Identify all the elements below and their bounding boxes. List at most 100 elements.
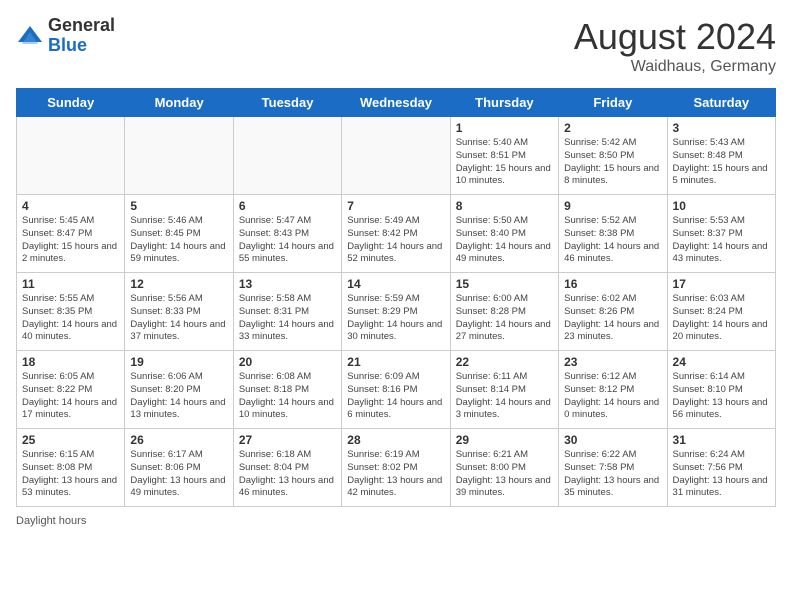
day-info: Sunrise: 5:53 AM Sunset: 8:37 PM Dayligh… <box>673 215 770 266</box>
day-number: 27 <box>239 433 336 447</box>
day-number: 22 <box>456 355 553 369</box>
day-cell: 18 Sunrise: 6:05 AM Sunset: 8:22 PM Dayli… <box>17 351 125 429</box>
day-cell: 19 Sunrise: 6:06 AM Sunset: 8:20 PM Dayli… <box>125 351 233 429</box>
day-header-thursday: Thursday <box>450 89 558 117</box>
day-cell <box>125 117 233 195</box>
logo-icon <box>16 22 44 50</box>
week-row-3: 11 Sunrise: 5:55 AM Sunset: 8:35 PM Dayli… <box>17 273 776 351</box>
title-block: August 2024 Waidhaus, Germany <box>574 16 776 76</box>
day-info: Sunrise: 6:17 AM Sunset: 8:06 PM Dayligh… <box>130 449 227 500</box>
day-info: Sunrise: 5:50 AM Sunset: 8:40 PM Dayligh… <box>456 215 553 266</box>
day-header-tuesday: Tuesday <box>233 89 341 117</box>
day-info: Sunrise: 6:09 AM Sunset: 8:16 PM Dayligh… <box>347 371 444 422</box>
days-header-row: SundayMondayTuesdayWednesdayThursdayFrid… <box>17 89 776 117</box>
day-number: 26 <box>130 433 227 447</box>
day-info: Sunrise: 6:08 AM Sunset: 8:18 PM Dayligh… <box>239 371 336 422</box>
calendar-title: August 2024 <box>574 16 776 58</box>
week-row-2: 4Sunrise: 5:45 AM Sunset: 8:47 PM Daylig… <box>17 195 776 273</box>
day-number: 4 <box>22 199 119 213</box>
day-header-saturday: Saturday <box>667 89 775 117</box>
day-cell: 3Sunrise: 5:43 AM Sunset: 8:48 PM Daylig… <box>667 117 775 195</box>
calendar-subtitle: Waidhaus, Germany <box>574 58 776 76</box>
day-cell: 8 Sunrise: 5:50 AM Sunset: 8:40 PM Daylig… <box>450 195 558 273</box>
day-info: Sunrise: 5:55 AM Sunset: 8:35 PM Dayligh… <box>22 293 119 344</box>
day-number: 18 <box>22 355 119 369</box>
day-cell: 4Sunrise: 5:45 AM Sunset: 8:47 PM Daylig… <box>17 195 125 273</box>
day-number: 16 <box>564 277 661 291</box>
day-number: 10 <box>673 199 770 213</box>
day-cell: 20 Sunrise: 6:08 AM Sunset: 8:18 PM Dayli… <box>233 351 341 429</box>
day-number: 24 <box>673 355 770 369</box>
day-info: Sunrise: 5:46 AM Sunset: 8:45 PM Dayligh… <box>130 215 227 266</box>
day-number: 3 <box>673 121 770 135</box>
day-info: Sunrise: 6:22 AM Sunset: 7:58 PM Dayligh… <box>564 449 661 500</box>
day-info: Sunrise: 5:42 AM Sunset: 8:50 PM Dayligh… <box>564 137 661 188</box>
week-row-5: 25 Sunrise: 6:15 AM Sunset: 8:08 PM Dayli… <box>17 429 776 507</box>
day-number: 23 <box>564 355 661 369</box>
day-cell: 25 Sunrise: 6:15 AM Sunset: 8:08 PM Dayli… <box>17 429 125 507</box>
day-number: 19 <box>130 355 227 369</box>
day-info: Sunrise: 5:52 AM Sunset: 8:38 PM Dayligh… <box>564 215 661 266</box>
day-cell: 12Sunrise: 5:56 AM Sunset: 8:33 PM Dayli… <box>125 273 233 351</box>
day-cell: 21 Sunrise: 6:09 AM Sunset: 8:16 PM Dayli… <box>342 351 450 429</box>
day-cell: 31Sunrise: 6:24 AM Sunset: 7:56 PM Dayli… <box>667 429 775 507</box>
footer-label: Daylight hours <box>16 515 86 527</box>
day-info: Sunrise: 6:02 AM Sunset: 8:26 PM Dayligh… <box>564 293 661 344</box>
day-cell: 7Sunrise: 5:49 AM Sunset: 8:42 PM Daylig… <box>342 195 450 273</box>
day-info: Sunrise: 6:05 AM Sunset: 8:22 PM Dayligh… <box>22 371 119 422</box>
day-info: Sunrise: 5:59 AM Sunset: 8:29 PM Dayligh… <box>347 293 444 344</box>
day-number: 2 <box>564 121 661 135</box>
day-info: Sunrise: 6:11 AM Sunset: 8:14 PM Dayligh… <box>456 371 553 422</box>
day-cell: 13 Sunrise: 5:58 AM Sunset: 8:31 PM Dayli… <box>233 273 341 351</box>
day-cell: 29 Sunrise: 6:21 AM Sunset: 8:00 PM Dayli… <box>450 429 558 507</box>
day-number: 5 <box>130 199 227 213</box>
day-number: 28 <box>347 433 444 447</box>
day-info: Sunrise: 5:40 AM Sunset: 8:51 PM Dayligh… <box>456 137 553 188</box>
day-number: 21 <box>347 355 444 369</box>
logo: General Blue <box>16 16 115 56</box>
day-cell: 28Sunrise: 6:19 AM Sunset: 8:02 PM Dayli… <box>342 429 450 507</box>
day-number: 20 <box>239 355 336 369</box>
day-info: Sunrise: 6:21 AM Sunset: 8:00 PM Dayligh… <box>456 449 553 500</box>
page-header: General Blue August 2024 Waidhaus, Germa… <box>16 16 776 76</box>
day-number: 31 <box>673 433 770 447</box>
day-number: 17 <box>673 277 770 291</box>
day-cell: 22 Sunrise: 6:11 AM Sunset: 8:14 PM Dayli… <box>450 351 558 429</box>
logo-text: General Blue <box>48 16 115 56</box>
day-header-friday: Friday <box>559 89 667 117</box>
day-cell: 2 Sunrise: 5:42 AM Sunset: 8:50 PM Daylig… <box>559 117 667 195</box>
day-number: 29 <box>456 433 553 447</box>
week-row-4: 18 Sunrise: 6:05 AM Sunset: 8:22 PM Dayli… <box>17 351 776 429</box>
day-number: 13 <box>239 277 336 291</box>
day-number: 8 <box>456 199 553 213</box>
day-cell: 10 Sunrise: 5:53 AM Sunset: 8:37 PM Dayli… <box>667 195 775 273</box>
day-number: 6 <box>239 199 336 213</box>
day-cell <box>342 117 450 195</box>
day-cell: 9 Sunrise: 5:52 AM Sunset: 8:38 PM Daylig… <box>559 195 667 273</box>
day-info: Sunrise: 6:15 AM Sunset: 8:08 PM Dayligh… <box>22 449 119 500</box>
day-number: 11 <box>22 277 119 291</box>
footer: Daylight hours <box>16 515 776 527</box>
day-cell: 23Sunrise: 6:12 AM Sunset: 8:12 PM Dayli… <box>559 351 667 429</box>
day-number: 14 <box>347 277 444 291</box>
day-cell: 5 Sunrise: 5:46 AM Sunset: 8:45 PM Daylig… <box>125 195 233 273</box>
day-cell: 30Sunrise: 6:22 AM Sunset: 7:58 PM Dayli… <box>559 429 667 507</box>
day-info: Sunrise: 5:58 AM Sunset: 8:31 PM Dayligh… <box>239 293 336 344</box>
calendar-table: SundayMondayTuesdayWednesdayThursdayFrid… <box>16 88 776 507</box>
day-info: Sunrise: 6:03 AM Sunset: 8:24 PM Dayligh… <box>673 293 770 344</box>
logo-blue-text: Blue <box>48 36 115 56</box>
day-cell: 27Sunrise: 6:18 AM Sunset: 8:04 PM Dayli… <box>233 429 341 507</box>
day-number: 1 <box>456 121 553 135</box>
day-number: 15 <box>456 277 553 291</box>
day-number: 12 <box>130 277 227 291</box>
day-info: Sunrise: 5:49 AM Sunset: 8:42 PM Dayligh… <box>347 215 444 266</box>
day-cell: 14 Sunrise: 5:59 AM Sunset: 8:29 PM Dayli… <box>342 273 450 351</box>
day-number: 9 <box>564 199 661 213</box>
day-info: Sunrise: 6:06 AM Sunset: 8:20 PM Dayligh… <box>130 371 227 422</box>
day-cell: 17 Sunrise: 6:03 AM Sunset: 8:24 PM Dayli… <box>667 273 775 351</box>
day-cell <box>17 117 125 195</box>
day-cell <box>233 117 341 195</box>
day-info: Sunrise: 6:00 AM Sunset: 8:28 PM Dayligh… <box>456 293 553 344</box>
day-number: 25 <box>22 433 119 447</box>
day-info: Sunrise: 6:14 AM Sunset: 8:10 PM Dayligh… <box>673 371 770 422</box>
